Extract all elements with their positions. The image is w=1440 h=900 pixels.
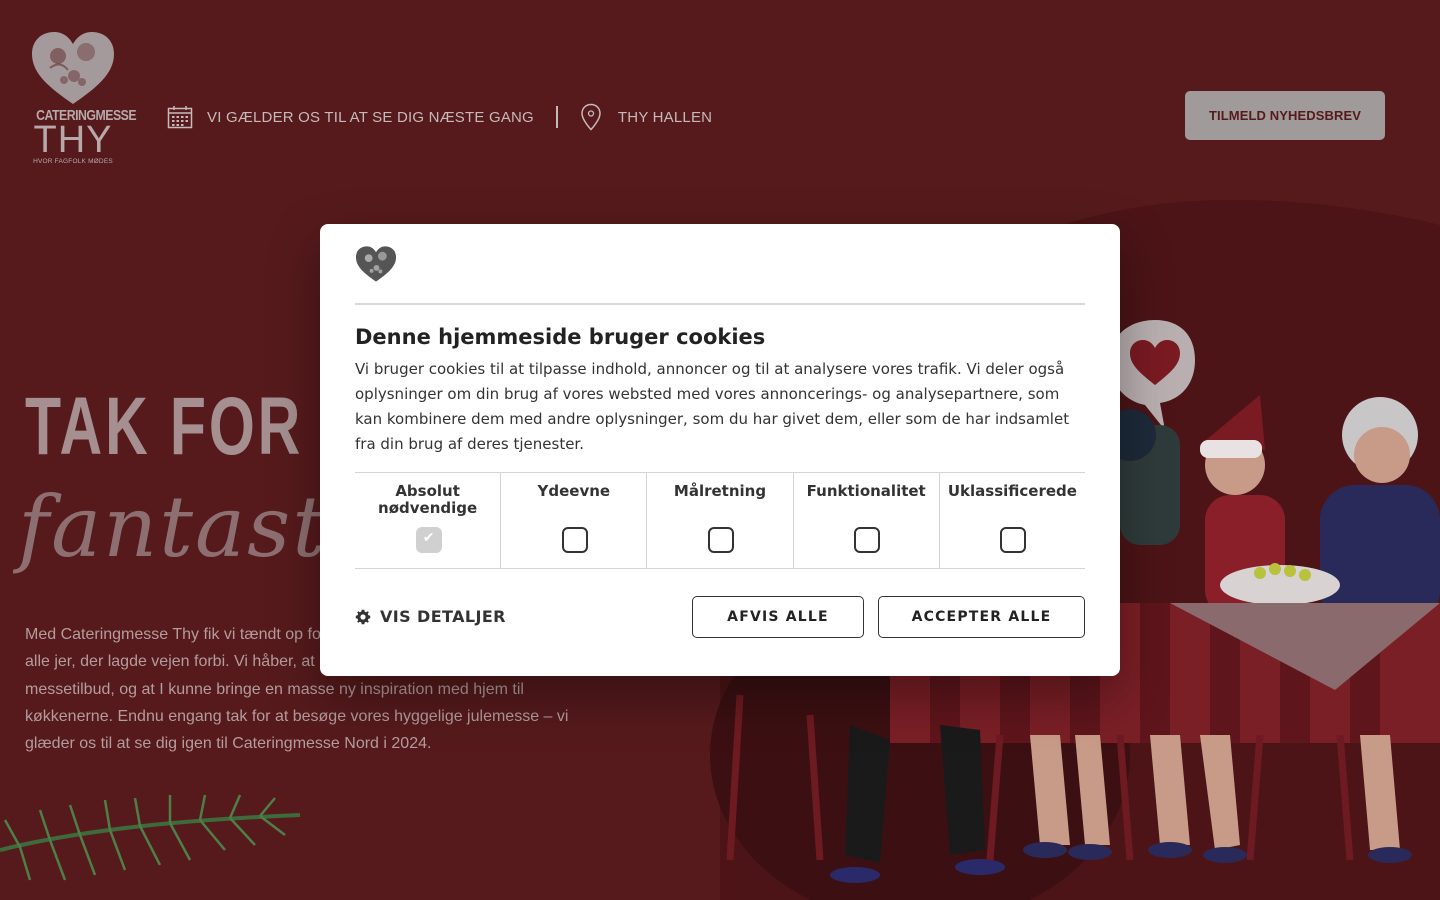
targeting-checkbox[interactable] bbox=[708, 527, 734, 553]
category-label: Målretning bbox=[673, 482, 767, 500]
category-necessary: Absolut nødvendige bbox=[355, 473, 500, 568]
dialog-body: Vi bruger cookies til at tilpasse indhol… bbox=[355, 360, 1070, 453]
necessary-checkbox bbox=[415, 527, 442, 553]
category-unclassified[interactable]: Uklassificerede bbox=[938, 473, 1085, 568]
show-details-button[interactable]: VIS DETALJER bbox=[355, 607, 506, 626]
heart-logo-icon bbox=[32, 32, 114, 104]
dialog-title: Denne hjemmeside bruger cookies bbox=[355, 325, 766, 349]
heart-logo-icon bbox=[355, 246, 397, 282]
brand-logo[interactable]: CATERINGMESSE THY HVOR FAGFOLK MØDES bbox=[28, 30, 137, 172]
category-performance[interactable]: Ydeevne bbox=[500, 473, 646, 568]
cookie-category-table: Absolut nødvendige Ydeevne Målretning Fu… bbox=[355, 472, 1085, 569]
show-details-label: VIS DETALJER bbox=[380, 607, 506, 626]
calendar-icon bbox=[167, 106, 193, 129]
category-functionality[interactable]: Funktionalitet bbox=[792, 473, 939, 568]
logo-thy: THY bbox=[33, 119, 113, 161]
info-divider bbox=[555, 106, 558, 128]
functionality-checkbox[interactable] bbox=[854, 527, 881, 553]
category-label: Ydeevne bbox=[537, 482, 611, 500]
gear-icon bbox=[355, 609, 371, 624]
location-pin-icon bbox=[581, 103, 601, 131]
accept-all-button[interactable]: ACCEPTER ALLE bbox=[878, 596, 1085, 638]
dialog-divider bbox=[355, 303, 1085, 305]
performance-checkbox[interactable] bbox=[561, 527, 588, 553]
pine-branch-decoration bbox=[0, 794, 301, 881]
date-text: VI GÆLDER OS TIL AT SE DIG NÆSTE GANG bbox=[207, 108, 534, 126]
category-label: Absolut nødvendige bbox=[378, 482, 478, 517]
logo-tagline: HVOR FAGFOLK MØDES bbox=[33, 158, 113, 165]
location-text: THY HALLEN bbox=[617, 108, 713, 126]
newsletter-signup-button[interactable]: TILMELD NYHEDSBREV bbox=[1185, 91, 1385, 140]
category-label: Funktionalitet bbox=[806, 482, 926, 500]
category-label: Uklassificerede bbox=[947, 482, 1077, 500]
category-targeting[interactable]: Målretning bbox=[646, 473, 792, 568]
reject-all-button[interactable]: AFVIS ALLE bbox=[692, 596, 864, 638]
event-info-bar: VI GÆLDER OS TIL AT SE DIG NÆSTE GANG TH… bbox=[167, 103, 713, 131]
logo-name: CATERINGMESSE bbox=[36, 107, 137, 124]
cookie-consent-dialog: Denne hjemmeside bruger cookies Vi bruge… bbox=[320, 224, 1120, 676]
unclassified-checkbox[interactable] bbox=[1000, 527, 1027, 553]
